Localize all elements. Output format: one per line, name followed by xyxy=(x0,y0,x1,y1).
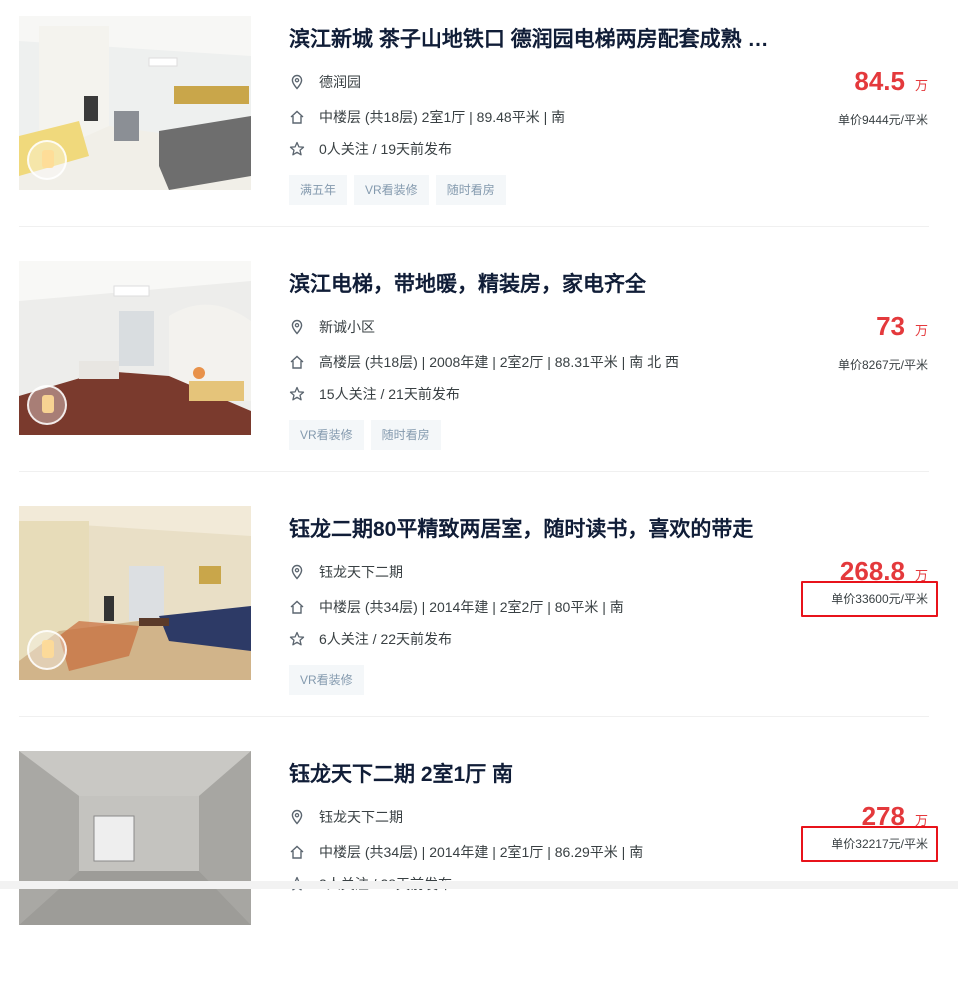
total-price: 84.5 万 xyxy=(854,66,928,97)
vr-badge-icon[interactable] xyxy=(27,630,67,670)
tag-list: VR看装修 随时看房 xyxy=(289,420,448,450)
listing-divider xyxy=(19,471,929,472)
location-pin-icon xyxy=(289,809,305,825)
listing-divider xyxy=(19,226,929,227)
unit-price: 单价8267元/平米 xyxy=(837,358,928,372)
star-icon xyxy=(289,386,305,402)
listing-follow-row: 15人关注 / 21天前发布 xyxy=(289,384,460,404)
follow-info-text: 15人关注 / 21天前发布 xyxy=(319,386,460,402)
listing-thumbnail[interactable] xyxy=(19,751,251,925)
community-link[interactable]: 钰龙天下二期 xyxy=(319,564,403,580)
room-photo xyxy=(19,751,251,925)
total-price: 73 万 xyxy=(876,311,928,342)
unit-price: 单价9444元/平米 xyxy=(837,113,928,127)
listing-divider xyxy=(19,716,929,717)
house-info-text: 中楼层 (共34层) | 2014年建 | 2室2厅 | 80平米 | 南 xyxy=(319,599,624,615)
location-pin-icon xyxy=(289,319,305,335)
house-info-text: 中楼层 (共34层) | 2014年建 | 2室1厅 | 86.29平米 | 南 xyxy=(319,844,644,860)
listing-address-row: 德润园 xyxy=(289,72,361,92)
location-pin-icon xyxy=(289,564,305,580)
vr-badge-icon[interactable] xyxy=(27,385,67,425)
listing-item: 滨江电梯，带地暖，精装房，家电齐全 新诚小区 高楼层 (共18层) | 2008… xyxy=(0,261,958,506)
tag-list: 满五年 VR看装修 随时看房 xyxy=(289,175,513,205)
listing-address-row: 新诚小区 xyxy=(289,317,375,337)
total-price-unit: 万 xyxy=(914,323,928,338)
listing-title[interactable]: 钰龙二期80平精致两居室，随时读书，喜欢的带走 xyxy=(289,516,779,544)
listing-title[interactable]: 滨江新城 茶子山地铁口 德润园电梯两房配套成熟 正规两房带产权车位 xyxy=(289,26,779,54)
listing-thumbnail[interactable] xyxy=(19,506,251,680)
unit-price-highlighted: 单价33600元/平米 xyxy=(801,581,938,617)
listing-house-info-row: 中楼层 (共34层) | 2014年建 | 2室1厅 | 86.29平米 | 南 xyxy=(289,842,643,862)
total-price-value: 84.5 xyxy=(854,66,905,96)
listing-follow-row: 6人关注 / 22天前发布 xyxy=(289,629,452,649)
community-link[interactable]: 钰龙天下二期 xyxy=(319,809,403,825)
bottom-strip xyxy=(0,881,958,889)
unit-price-highlighted: 单价32217元/平米 xyxy=(801,826,938,862)
listing-address-row: 钰龙天下二期 xyxy=(289,562,403,582)
community-link[interactable]: 新诚小区 xyxy=(319,319,375,335)
listing-address-row: 钰龙天下二期 xyxy=(289,807,403,827)
follow-info-text: 0人关注 / 19天前发布 xyxy=(319,141,453,157)
listing-thumbnail[interactable] xyxy=(19,261,251,435)
total-price-value: 73 xyxy=(876,311,905,341)
listing-house-info-row: 中楼层 (共18层) 2室1厅 | 89.48平米 | 南 xyxy=(289,107,565,127)
house-icon xyxy=(289,109,305,125)
vr-badge-icon[interactable] xyxy=(27,140,67,180)
tag: VR看装修 xyxy=(354,175,429,205)
house-icon xyxy=(289,844,305,860)
listing-title[interactable]: 钰龙天下二期 2室1厅 南 xyxy=(289,761,779,789)
listing-item: 钰龙二期80平精致两居室，随时读书，喜欢的带走 钰龙天下二期 中楼层 (共34层… xyxy=(0,506,958,751)
house-icon xyxy=(289,599,305,615)
listing-house-info-row: 高楼层 (共18层) | 2008年建 | 2室2厅 | 88.31平米 | 南… xyxy=(289,352,679,372)
tag: 随时看房 xyxy=(370,420,441,450)
listing-item: 滨江新城 茶子山地铁口 德润园电梯两房配套成熟 正规两房带产权车位 德润园 中楼… xyxy=(0,16,958,261)
location-pin-icon xyxy=(289,74,305,90)
house-info-text: 中楼层 (共18层) 2室1厅 | 89.48平米 | 南 xyxy=(319,109,566,125)
tag: 满五年 xyxy=(289,175,348,205)
listing-follow-row: 0人关注 / 19天前发布 xyxy=(289,139,452,159)
tag-list: VR看装修 xyxy=(289,665,371,695)
tag: VR看装修 xyxy=(289,665,364,695)
listing-thumbnail[interactable] xyxy=(19,16,251,190)
house-icon xyxy=(289,354,305,370)
tag: VR看装修 xyxy=(289,420,364,450)
community-link[interactable]: 德润园 xyxy=(319,74,361,90)
star-icon xyxy=(289,631,305,647)
follow-info-text: 6人关注 / 22天前发布 xyxy=(319,631,453,647)
listing-house-info-row: 中楼层 (共34层) | 2014年建 | 2室2厅 | 80平米 | 南 xyxy=(289,597,624,617)
listing-title[interactable]: 滨江电梯，带地暖，精装房，家电齐全 xyxy=(289,271,779,299)
star-icon xyxy=(289,141,305,157)
listing-item: 钰龙天下二期 2室1厅 南 钰龙天下二期 中楼层 (共34层) | 2014年建… xyxy=(0,751,958,996)
tag: 随时看房 xyxy=(435,175,506,205)
total-price-unit: 万 xyxy=(914,78,928,93)
house-info-text: 高楼层 (共18层) | 2008年建 | 2室2厅 | 88.31平米 | 南… xyxy=(319,354,679,370)
